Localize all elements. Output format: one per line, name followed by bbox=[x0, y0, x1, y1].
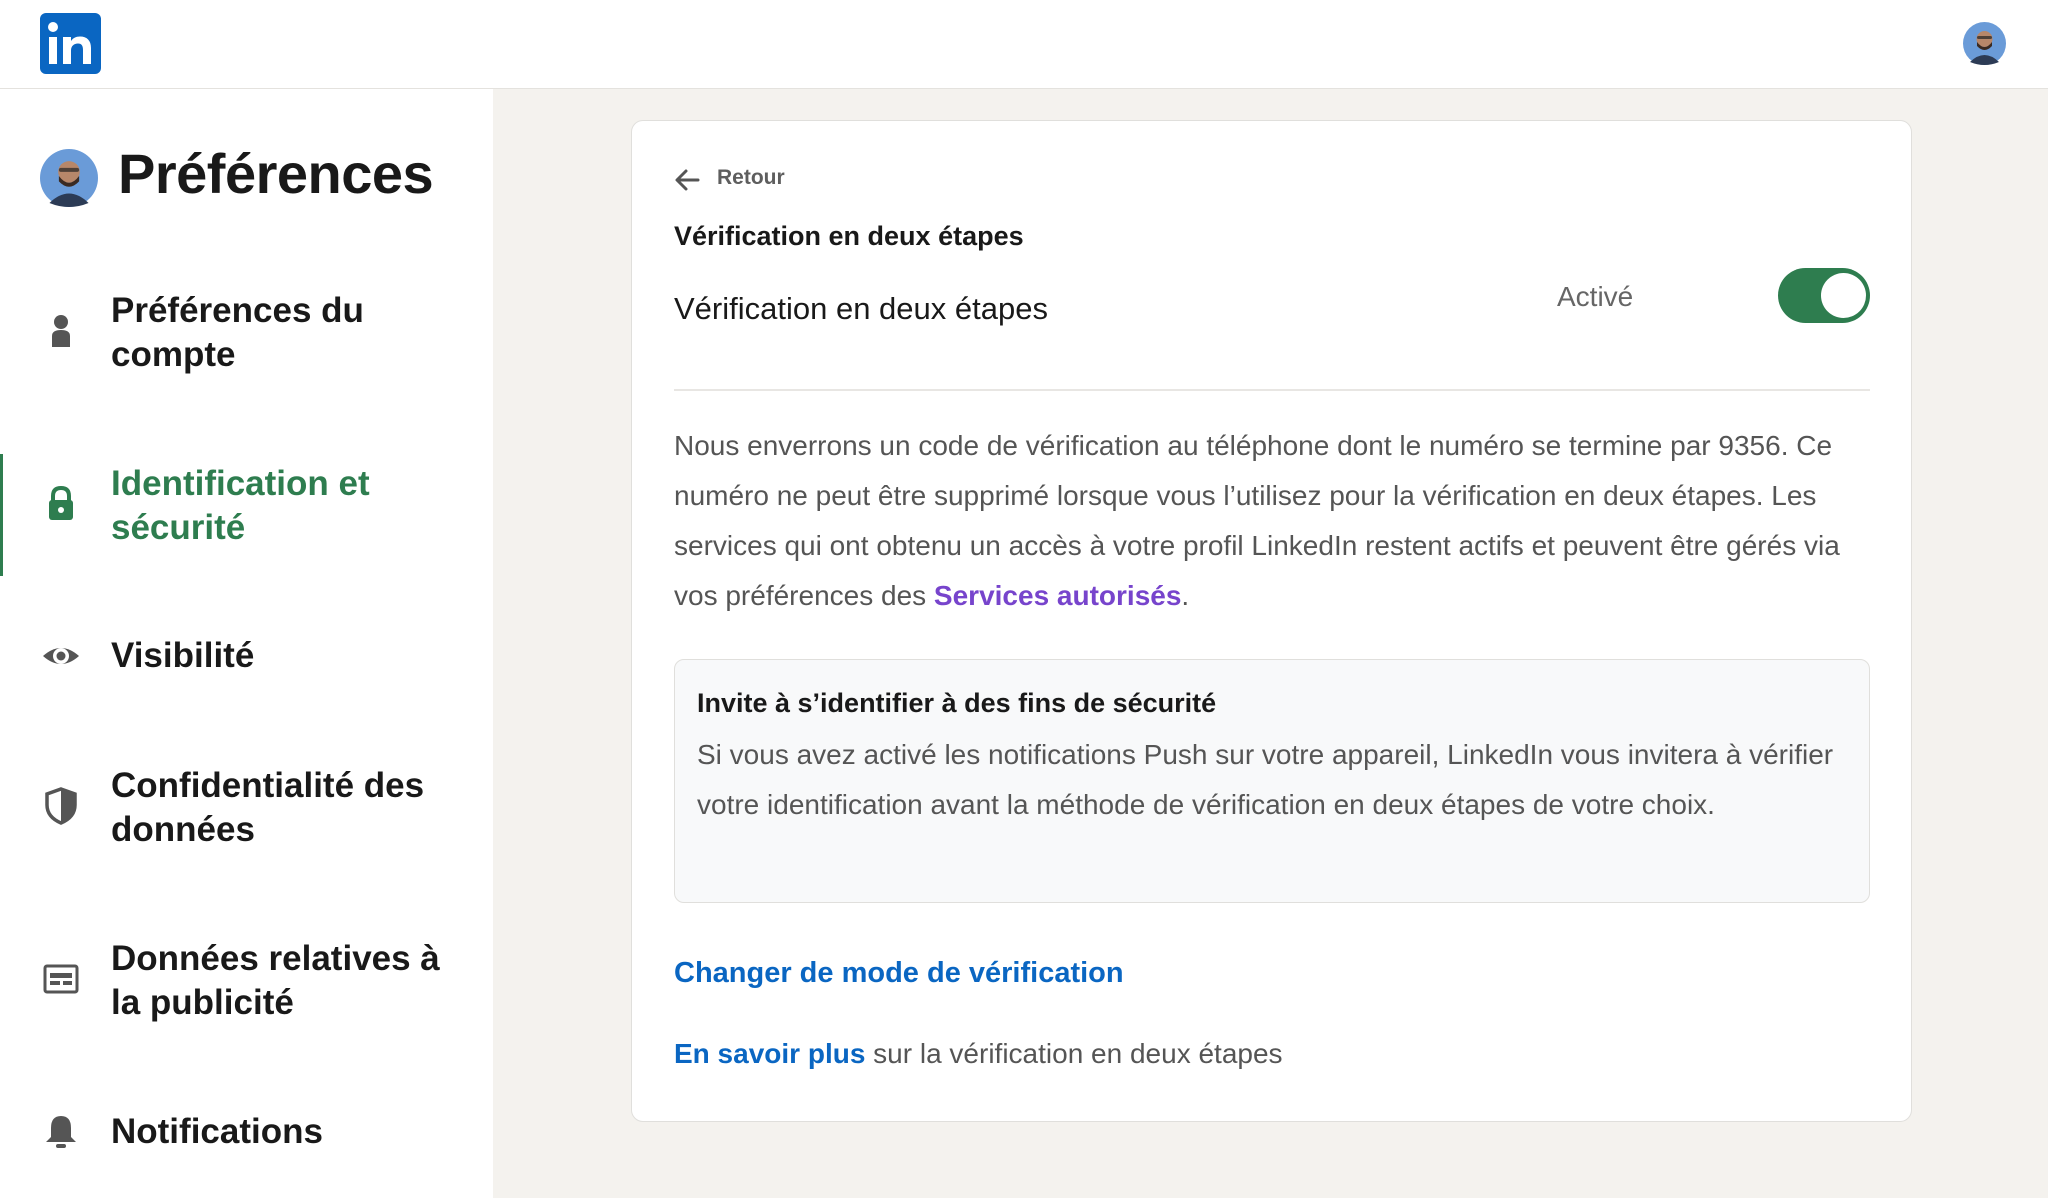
top-bar bbox=[0, 0, 2048, 89]
sidebar: Préférences Préférences du compte Identi… bbox=[0, 89, 493, 1198]
linkedin-logo[interactable] bbox=[40, 13, 101, 74]
description-text: Nous enverrons un code de vérification a… bbox=[674, 421, 1874, 621]
lock-icon bbox=[41, 484, 81, 524]
arrow-left-icon bbox=[674, 167, 700, 193]
divider bbox=[674, 389, 1870, 391]
toggle-knob bbox=[1821, 273, 1866, 318]
change-verification-method-link[interactable]: Changer de mode de vérification bbox=[674, 957, 1124, 990]
sidebar-header: Préférences bbox=[40, 139, 480, 209]
sidebar-item-label: Visibilité bbox=[111, 636, 255, 675]
authorized-services-link[interactable]: Services autorisés bbox=[934, 580, 1182, 611]
setting-label: Vérification en deux étapes bbox=[674, 291, 1048, 326]
description-body: Nous enverrons un code de vérification a… bbox=[674, 430, 1840, 611]
shield-icon bbox=[41, 786, 81, 826]
learn-more-text: En savoir plus sur la vérification en de… bbox=[674, 1038, 1283, 1070]
page-title: Préférences bbox=[118, 142, 434, 205]
avatar bbox=[40, 149, 98, 207]
status-text: Activé bbox=[1557, 281, 1634, 312]
ad-card-icon bbox=[41, 959, 81, 999]
info-box-text: Si vous avez activé les notifications Pu… bbox=[697, 739, 1834, 820]
bell-icon bbox=[41, 1112, 81, 1152]
info-box: Invite à s’identifier à des fins de sécu… bbox=[674, 659, 1870, 903]
section-title: Vérification en deux étapes bbox=[674, 221, 1024, 251]
sidebar-item-label: Données relatives à la publicité bbox=[111, 939, 440, 1022]
sidebar-item-label: Préférences du compte bbox=[111, 291, 364, 374]
info-box-title: Invite à s’identifier à des fins de sécu… bbox=[697, 688, 1217, 718]
avatar[interactable] bbox=[1963, 22, 2006, 65]
person-icon bbox=[41, 311, 81, 351]
eye-icon bbox=[41, 636, 81, 676]
learn-more-link[interactable]: En savoir plus bbox=[674, 1038, 865, 1069]
sidebar-item-label: Notifications bbox=[111, 1112, 323, 1151]
sidebar-item-label: Identification et sécurité bbox=[111, 464, 370, 547]
back-label: Retour bbox=[717, 166, 785, 189]
two-step-toggle[interactable] bbox=[1778, 268, 1870, 323]
description-suffix: . bbox=[1181, 580, 1190, 611]
sidebar-item-label: Confidentialité des données bbox=[111, 766, 425, 849]
learn-more-suffix: sur la vérification en deux étapes bbox=[865, 1038, 1283, 1069]
two-step-verification-card: Retour Vérification en deux étapes Vérif… bbox=[631, 120, 1912, 1122]
